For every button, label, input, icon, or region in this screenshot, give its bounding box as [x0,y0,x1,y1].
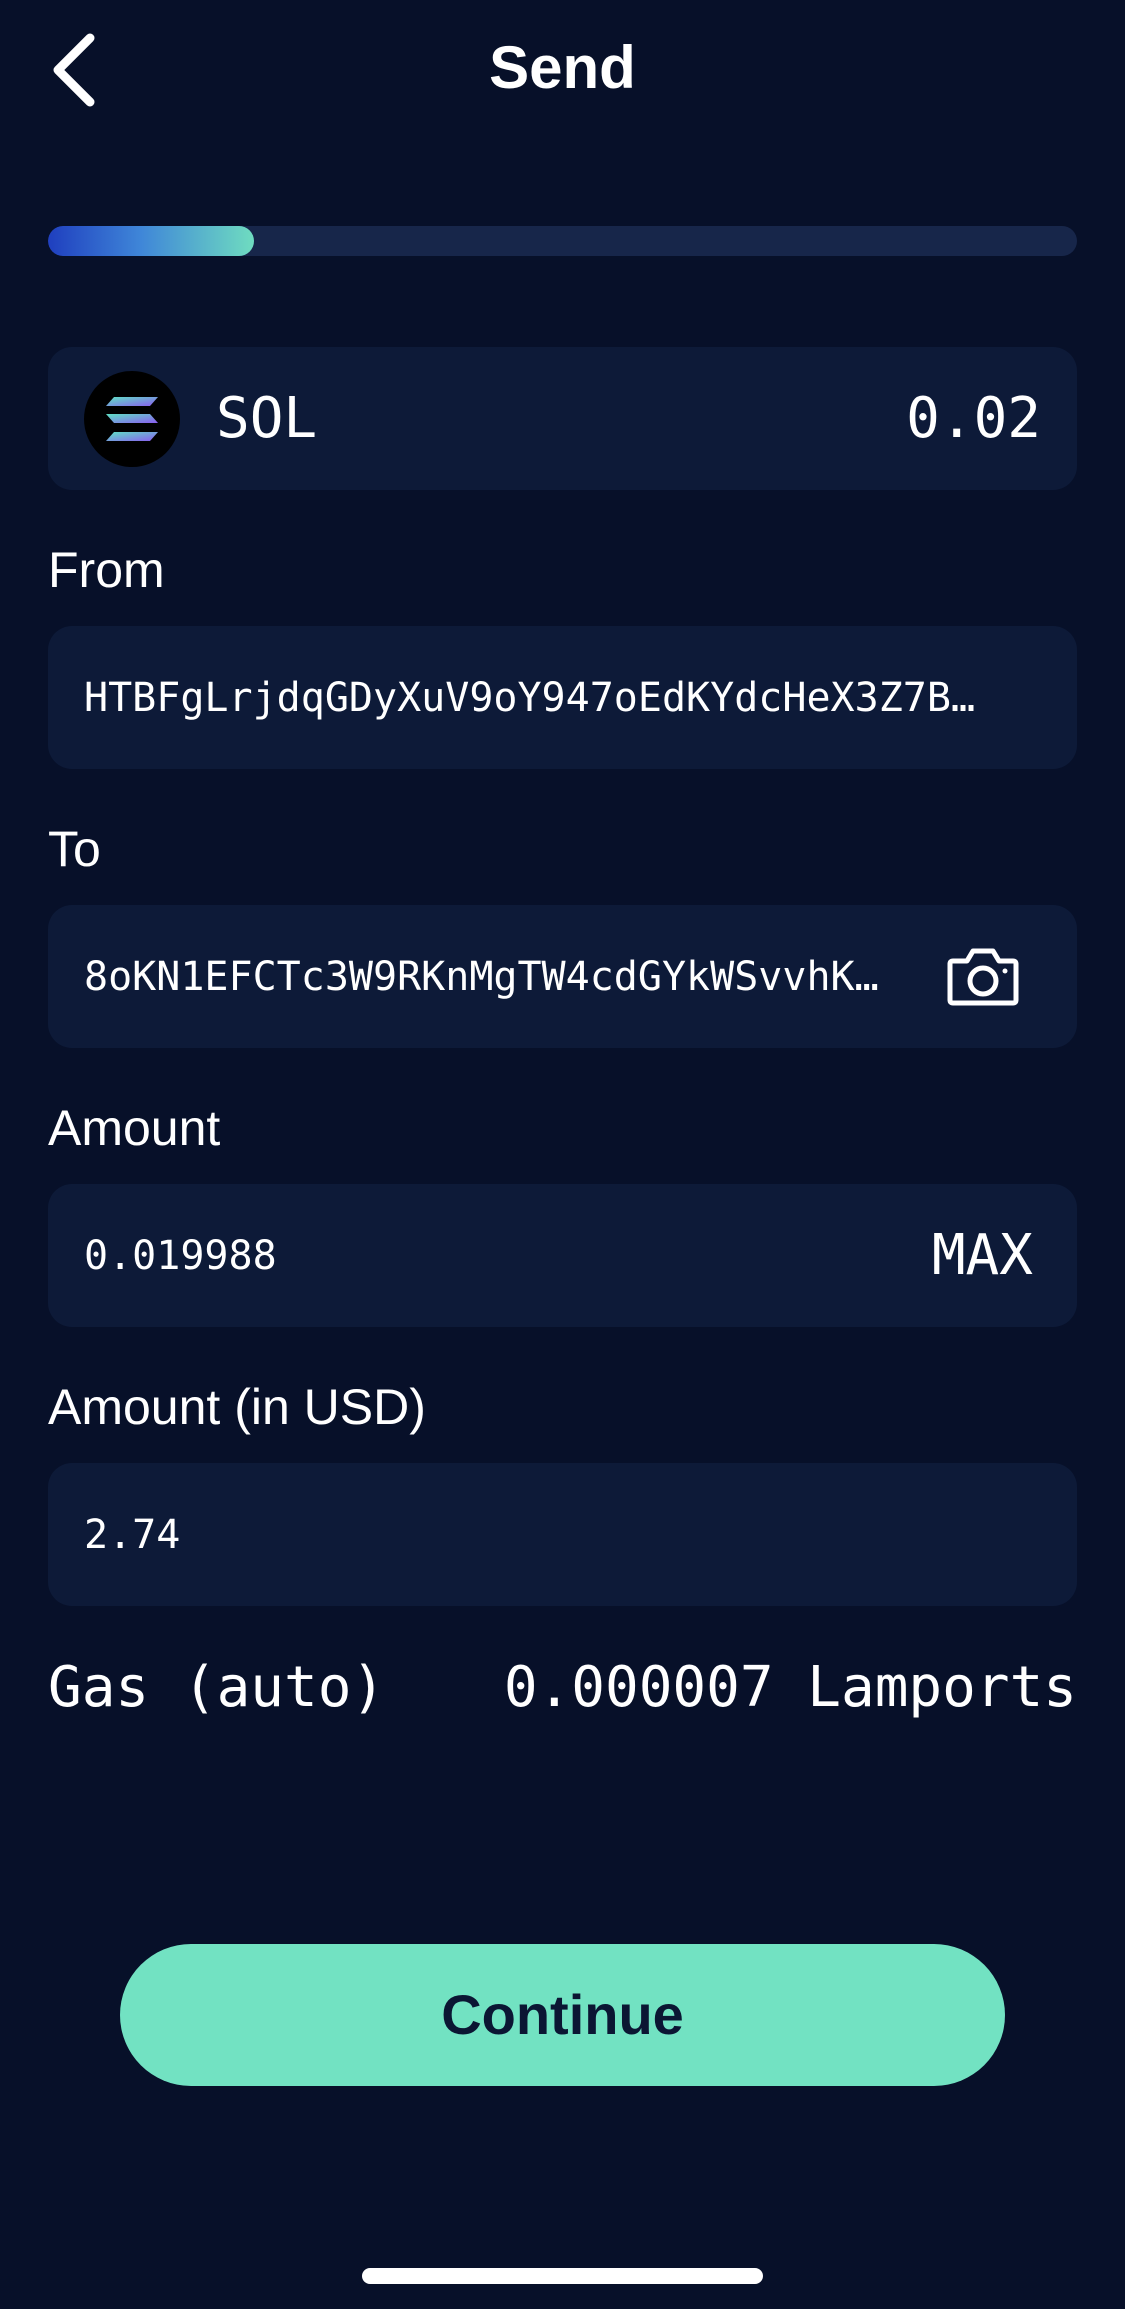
token-card[interactable]: SOL 0.02 [48,347,1077,490]
send-screen: Send SOL 0.02 From HTBFgLrjdqGDyXuV9oY94… [0,0,1125,2309]
amount-label: Amount [48,1100,221,1156]
home-indicator [362,2268,763,2284]
to-field[interactable]: 8oKN1EFCTc3W9RKnMgTW4cdGYkWSvvhK… [48,905,1077,1048]
camera-icon [947,948,1019,1006]
progress-fill [48,226,254,256]
gas-value: 0.000007 Lamports [503,1655,1077,1720]
gas-label: Gas (auto) [48,1655,386,1720]
amount-usd-field[interactable]: 2.74 [48,1463,1077,1606]
scan-qr-button[interactable] [947,945,1019,1007]
continue-button[interactable]: Continue [120,1944,1005,2086]
page-title: Send [489,34,636,101]
to-address: 8oKN1EFCTc3W9RKnMgTW4cdGYkWSvvhK… [84,954,879,1000]
amount-usd-input[interactable]: 2.74 [84,1507,180,1563]
token-symbol: SOL [216,386,318,451]
max-button[interactable]: MAX [932,1220,1033,1292]
token-balance: 0.02 [906,386,1041,451]
amount-usd-label: Amount (in USD) [48,1379,426,1435]
solana-logo-icon [84,371,180,467]
from-label: From [48,542,165,598]
amount-input[interactable]: 0.019988 [84,1228,277,1284]
amount-field[interactable]: 0.019988 MAX [48,1184,1077,1327]
from-field[interactable]: HTBFgLrjdqGDyXuV9oY947oEdKYdcHeX3Z7B… [48,626,1077,769]
from-address: HTBFgLrjdqGDyXuV9oY947oEdKYdcHeX3Z7B… [84,675,976,721]
to-label: To [48,821,101,877]
progress-bar [48,226,1077,256]
